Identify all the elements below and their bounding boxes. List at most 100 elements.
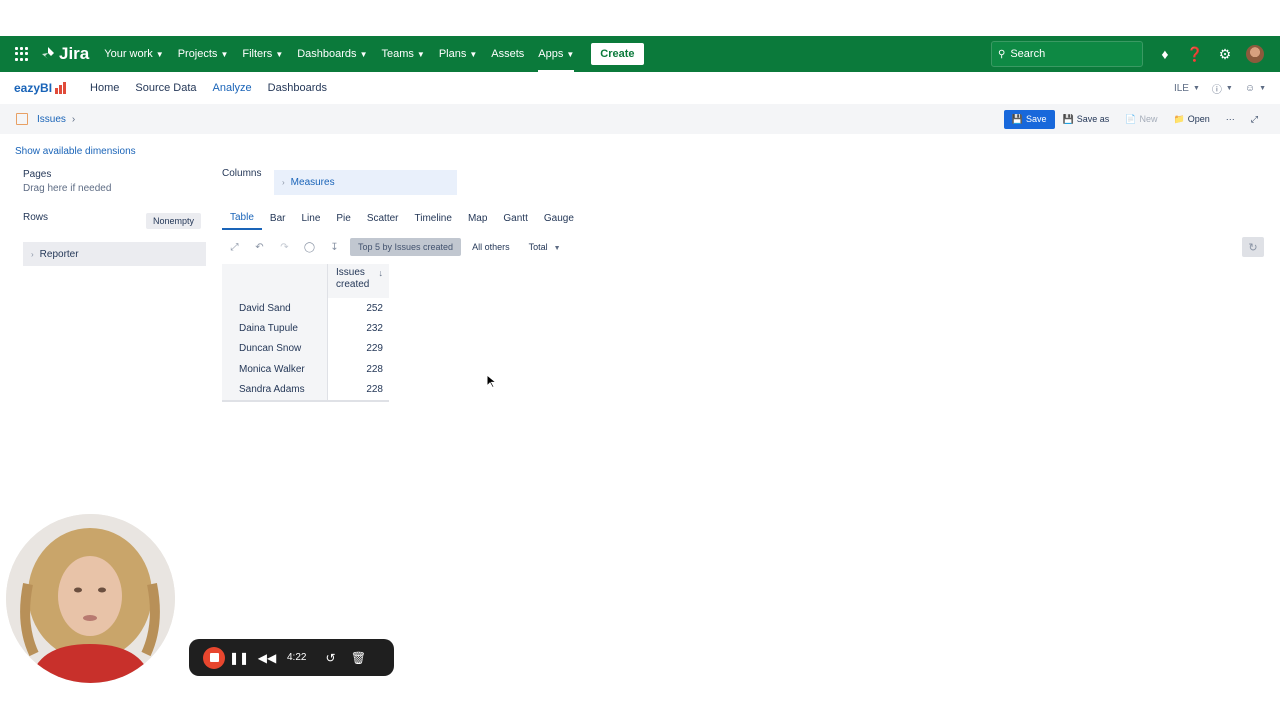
- table-corner: [222, 264, 327, 298]
- help-icon[interactable]: ❓: [1180, 46, 1210, 63]
- chevron-right-icon: ›: [282, 178, 285, 187]
- recording-time: 4:22: [287, 652, 307, 663]
- pages-hint: Drag here if needed: [23, 183, 112, 194]
- user-menu[interactable]: ☺ ▼: [1245, 83, 1266, 94]
- chevron-down-icon: ▼: [469, 49, 478, 59]
- chevron-down-icon: ▼: [1192, 84, 1200, 92]
- redo-icon[interactable]: ↷: [272, 242, 297, 253]
- restart-icon[interactable]: ↺: [316, 651, 344, 665]
- sort-descending-icon[interactable]: ↓: [379, 267, 384, 279]
- total-label: Total: [528, 242, 548, 252]
- tab-line[interactable]: Line: [293, 213, 328, 229]
- tab-gantt[interactable]: Gantt: [495, 213, 535, 229]
- rows-dimension-label: Reporter: [39, 248, 79, 260]
- eazybi-right-menu: ILE ▼ ⓘ ▼ ☺ ▼: [1162, 72, 1266, 104]
- top-filter-button[interactable]: Top 5 by Issues created: [350, 238, 462, 256]
- table-row: Monica Walker 228: [222, 359, 389, 380]
- tab-bar[interactable]: Bar: [262, 213, 294, 229]
- nav-item-apps[interactable]: Apps ▼: [531, 36, 581, 72]
- notifications-icon[interactable]: ♦: [1150, 46, 1180, 62]
- eazybi-logo-text: eazyBI: [14, 81, 53, 95]
- webcam-overlay: [6, 514, 175, 683]
- row-header[interactable]: Duncan Snow: [222, 338, 327, 360]
- nav-item-teams[interactable]: Teams ▼: [374, 36, 431, 72]
- delete-trash-icon[interactable]: 🗑: [344, 651, 372, 665]
- download-icon[interactable]: ↧: [322, 242, 347, 253]
- row-header[interactable]: Monica Walker: [222, 359, 327, 380]
- table-bottom-border: [222, 399, 389, 402]
- screen-recorder-controls: ❚❚ ◀◀ 4:22 ↺ 🗑: [189, 639, 394, 676]
- tab-dashboards[interactable]: Dashboards: [260, 82, 335, 94]
- refresh-icon[interactable]: ↻: [1242, 237, 1264, 257]
- undo-icon[interactable]: ↶: [247, 242, 272, 253]
- expand-icon[interactable]: ⤢: [222, 242, 247, 253]
- all-others-toggle[interactable]: All others: [464, 238, 518, 256]
- nav-item-label: Dashboards: [297, 48, 357, 60]
- nav-item-filters[interactable]: Filters ▼: [235, 36, 290, 72]
- tab-analyze[interactable]: Analyze: [205, 82, 260, 94]
- rows-dimension-reporter[interactable]: › Reporter: [23, 242, 206, 266]
- app-switcher-icon[interactable]: [15, 47, 29, 61]
- show-available-dimensions-link[interactable]: Show available dimensions: [15, 146, 136, 157]
- row-header[interactable]: David Sand: [222, 298, 327, 319]
- save-label: Save: [1026, 114, 1047, 124]
- chevron-right-icon: ›: [71, 113, 76, 125]
- help-menu[interactable]: ⓘ ▼: [1212, 81, 1233, 96]
- table-cell: 228: [327, 359, 389, 380]
- tab-gauge[interactable]: Gauge: [536, 213, 582, 229]
- toolbar-actions: 💾 Save 💾 Save as 📄 New 📁 Open ··· ⤢: [1003, 108, 1266, 130]
- more-actions-button[interactable]: ···: [1218, 110, 1243, 128]
- pages-drop-area[interactable]: Pages Drag here if needed: [15, 164, 207, 206]
- column-header-issues-created[interactable]: Issues created ↓: [327, 264, 389, 298]
- eazybi-nav: eazyBI Home Source Data Analyze Dashboar…: [0, 72, 1280, 104]
- save-button[interactable]: 💾 Save: [1003, 109, 1055, 129]
- new-button[interactable]: 📄 New: [1117, 110, 1165, 129]
- chevron-right-icon: ›: [31, 249, 34, 259]
- nav-item-dashboards[interactable]: Dashboards ▼: [290, 36, 374, 72]
- tab-home[interactable]: Home: [82, 82, 127, 94]
- nav-item-assets[interactable]: Assets: [484, 36, 531, 72]
- save-as-button[interactable]: 💾 Save as: [1055, 110, 1118, 129]
- user-icon: ☺: [1244, 82, 1256, 94]
- row-header[interactable]: Daina Tupule: [222, 318, 327, 339]
- nav-item-plans[interactable]: Plans ▼: [432, 36, 484, 72]
- tab-map[interactable]: Map: [460, 213, 495, 229]
- total-dropdown[interactable]: Total ▼: [521, 238, 569, 256]
- language-select[interactable]: ILE ▼: [1174, 83, 1200, 94]
- nonempty-toggle[interactable]: Nonempty: [146, 213, 202, 229]
- open-label: Open: [1187, 114, 1210, 124]
- tab-timeline[interactable]: Timeline: [407, 213, 460, 229]
- jira-logo-text: Jira: [59, 44, 90, 63]
- rewind-icon[interactable]: ◀◀: [253, 651, 281, 665]
- save-as-icon: 💾: [1062, 113, 1074, 124]
- nav-item-projects[interactable]: Projects ▼: [171, 36, 236, 72]
- save-icon: 💾: [1011, 113, 1024, 124]
- pause-icon[interactable]: ❚❚: [225, 651, 253, 665]
- breadcrumb-issues[interactable]: Issues: [37, 114, 66, 125]
- chevron-down-icon: ▼: [220, 49, 229, 59]
- tab-pie[interactable]: Pie: [328, 213, 358, 229]
- nav-item-label: Apps: [538, 48, 564, 60]
- fullscreen-icon[interactable]: ⤢: [1243, 110, 1266, 129]
- stop-recording-button[interactable]: [203, 646, 225, 669]
- tab-scatter[interactable]: Scatter: [359, 213, 407, 229]
- settings-gear-icon[interactable]: ⚙: [1210, 46, 1240, 63]
- tab-source-data[interactable]: Source Data: [127, 82, 204, 94]
- table-cell: 252: [327, 298, 389, 319]
- columns-dimension-measures[interactable]: › Measures: [274, 170, 457, 195]
- user-avatar[interactable]: [1246, 45, 1264, 63]
- comment-icon[interactable]: ◯: [297, 242, 322, 253]
- nav-item-label: Assets: [491, 48, 525, 60]
- results-table: Issues created ↓ David Sand 252 Daina Tu…: [222, 264, 389, 402]
- eazybi-logo[interactable]: eazyBI: [14, 81, 67, 95]
- create-button[interactable]: Create: [591, 43, 644, 65]
- table-row: Duncan Snow 229: [222, 338, 389, 360]
- save-as-label: Save as: [1076, 114, 1110, 124]
- tab-table[interactable]: Table: [222, 212, 262, 230]
- search-placeholder: Search: [1010, 48, 1046, 60]
- search-input[interactable]: ⚲ Search: [991, 41, 1143, 67]
- nav-item-your-work[interactable]: Your work ▼: [97, 36, 170, 72]
- row-header[interactable]: Sandra Adams: [222, 379, 327, 400]
- jira-logo[interactable]: Jira: [41, 44, 89, 64]
- open-button[interactable]: 📁 Open: [1166, 110, 1218, 129]
